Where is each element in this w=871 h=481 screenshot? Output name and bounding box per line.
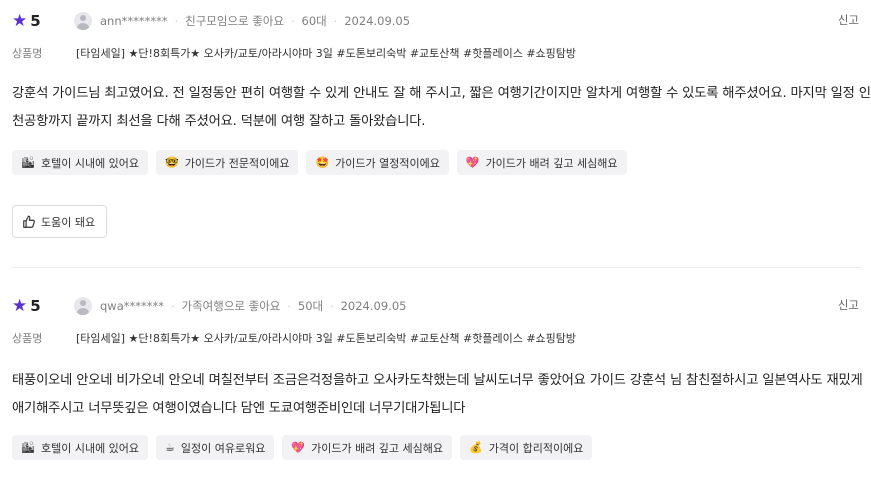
review-body: 태풍이오네 안오네 비가오네 안오네 며칠전부터 조금은걱정을하고 오사카도착했… <box>12 367 863 423</box>
tag-label: 가이드가 전문적이에요 <box>184 156 290 170</box>
tag-label: 가이드가 열정적이에요 <box>335 156 440 170</box>
avatar <box>74 297 92 315</box>
product-label: 상품명 <box>12 332 43 345</box>
product-row: 상품명 [타임세일] ★단!8회특가★ 오사카/교토/아라시야마 3일 #도톤보… <box>12 330 576 346</box>
review-tags: 🏙 호텔이 시내에 있어요 ☕ 일정이 여유로워요 💖 가이드가 배려 깊고 세… <box>12 435 593 460</box>
review-body-line: 강훈석 가이드님 최고였어요. 전 일정동안 편히 여행할 수 있게 안내도 잘… <box>12 86 871 101</box>
separator-dot: · <box>174 14 179 28</box>
reviewer-name: ann******** <box>100 14 168 28</box>
travel-type: 친구모임으로 좋아요 <box>185 14 284 28</box>
travel-type: 가족여행으로 좋아요 <box>181 299 281 313</box>
review-tag: 💖 가이드가 배려 깊고 세심해요 <box>282 435 453 460</box>
review-tag: ☕ 일정이 여유로워요 <box>156 435 275 460</box>
product-row: 상품명 [타임세일] ★단!8회특가★ 오사카/교토/아라시야마 3일 #도톤보… <box>12 45 576 61</box>
review-tag: 💖 가이드가 배려 깊고 세심해요 <box>456 150 627 175</box>
helpful-label: 도움이 돼요 <box>41 215 96 229</box>
separator-dot: · <box>287 299 291 313</box>
tag-label: 호텔이 시내에 있어요 <box>40 156 140 170</box>
review-tags: 🏙 호텔이 시내에 있어요 🤓 가이드가 전문적이에요 🤩 가이드가 열정적이에… <box>12 150 627 175</box>
star-struck-icon: 🤩 <box>315 156 330 169</box>
review-body-line: 천공항까지 끝까지 최선을 다해 주셨어요. 덕분에 여행 잘하고 돌아왔습니다… <box>12 114 426 129</box>
product-label: 상품명 <box>12 47 43 60</box>
helpful-button[interactable]: 도움이 돼요 <box>12 205 108 238</box>
separator-dot: · <box>171 299 175 313</box>
tag-label: 일정이 여유로워요 <box>180 441 266 455</box>
rating-score: 5 <box>30 12 41 30</box>
avatar <box>74 12 92 30</box>
sparkling-heart-icon: 💖 <box>465 156 480 169</box>
money-bag-icon: 💰 <box>469 441 483 454</box>
age-group: 60대 <box>301 14 327 28</box>
age-group: 50대 <box>297 299 324 313</box>
separator-dot: · <box>333 14 338 28</box>
review-date: 2024.09.05 <box>340 299 407 313</box>
review-tag: 💰 가격이 합리적이에요 <box>460 435 593 460</box>
review-tag: 🤓 가이드가 전문적이에요 <box>156 150 299 175</box>
rating-score: 5 <box>30 297 41 315</box>
review-body-line: 태풍이오네 안오네 비가오네 안오네 며칠전부터 조금은걱정을하고 오사카도착했… <box>12 373 863 388</box>
review-tag: 🏙 호텔이 시내에 있어요 <box>12 150 149 175</box>
nerd-face-icon: 🤓 <box>165 156 179 169</box>
tag-label: 가이드가 배려 깊고 세심해요 <box>311 441 444 455</box>
separator-dot: · <box>330 299 334 313</box>
rating: ★ 5 <box>12 12 74 30</box>
thumbs-up-icon <box>23 215 35 228</box>
product-name: [타임세일] ★단!8회특가★ 오사카/교토/아라시야마 3일 #도톤보리숙박 … <box>76 47 577 60</box>
product-name: [타임세일] ★단!8회특가★ 오사카/교토/아라시야마 3일 #도톤보리숙박 … <box>76 332 577 345</box>
tag-label: 가격이 합리적이에요 <box>488 441 584 455</box>
city-icon: 🏙 <box>21 441 35 454</box>
review-tag: 🏙 호텔이 시내에 있어요 <box>12 435 149 460</box>
separator-dot: · <box>291 14 295 28</box>
reviewer-name: qwa******* <box>100 299 165 313</box>
review-tag: 🤩 가이드가 열정적이에요 <box>306 150 449 175</box>
coffee-icon: ☕ <box>165 441 175 454</box>
rating: ★ 5 <box>12 297 74 315</box>
review-header: ★ 5 ann******** · 친구모임으로 좋아요 · 60대 · 202… <box>12 10 410 32</box>
star-icon: ★ <box>12 10 28 31</box>
report-button[interactable]: 신고 <box>838 297 859 313</box>
review-date: 2024.09.05 <box>344 14 411 28</box>
sparkling-heart-icon: 💖 <box>291 441 306 454</box>
tag-label: 호텔이 시내에 있어요 <box>40 441 140 455</box>
review-header: ★ 5 qwa******* · 가족여행으로 좋아요 · 50대 · 2024… <box>12 295 406 317</box>
divider <box>12 267 861 268</box>
report-button[interactable]: 신고 <box>838 12 859 28</box>
star-icon: ★ <box>12 295 28 316</box>
tag-label: 가이드가 배려 깊고 세심해요 <box>485 156 618 170</box>
review-body-line: 애기해주시고 너무뜻깊은 여행이였습니다 담엔 도쿄여행준비인데 너무기대가됩니… <box>12 401 466 416</box>
city-icon: 🏙 <box>21 156 35 169</box>
review-body: 강훈석 가이드님 최고였어요. 전 일정동안 편히 여행할 수 있게 안내도 잘… <box>12 80 871 136</box>
